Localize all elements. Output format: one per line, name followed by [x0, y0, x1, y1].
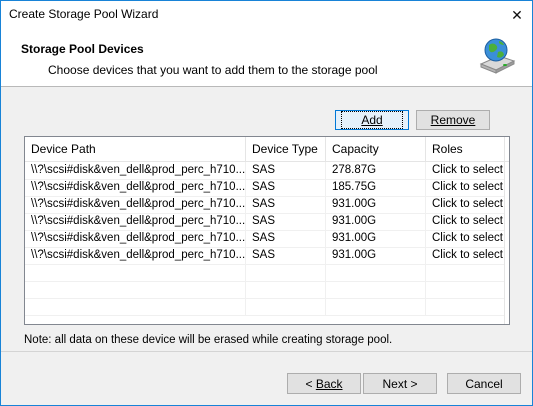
- table-row[interactable]: \\?\scsi#disk&ven_dell&prod_perc_h710...…: [25, 247, 505, 265]
- wizard-body: Add Remove Device Path Device Type Capac…: [1, 87, 532, 405]
- table-row[interactable]: \\?\scsi#disk&ven_dell&prod_perc_h710...…: [25, 179, 505, 197]
- empty-cell: [25, 281, 246, 298]
- table-edge: [504, 137, 509, 324]
- device-type-cell: SAS: [246, 247, 326, 264]
- device-type-cell: SAS: [246, 179, 326, 196]
- back-button-label: Back: [315, 376, 343, 391]
- warning-note: Note: all data on these device will be e…: [24, 334, 393, 346]
- roles-cell[interactable]: Click to select: [426, 213, 505, 230]
- capacity-cell: 185.75G: [326, 179, 426, 196]
- empty-row: [25, 281, 505, 299]
- device-type-cell: SAS: [246, 196, 326, 213]
- add-button[interactable]: Add: [335, 110, 409, 130]
- capacity-cell: 278.87G: [326, 162, 426, 179]
- device-path-cell: \\?\scsi#disk&ven_dell&prod_perc_h710...: [25, 179, 246, 196]
- capacity-cell: 931.00G: [326, 196, 426, 213]
- capacity-cell: 931.00G: [326, 247, 426, 264]
- cancel-button[interactable]: Cancel: [447, 373, 521, 394]
- empty-cell: [426, 298, 505, 315]
- back-button[interactable]: < Back: [287, 373, 361, 394]
- roles-cell[interactable]: Click to select: [426, 230, 505, 247]
- column-header-device-type[interactable]: Device Type: [246, 137, 326, 161]
- table-header: Device Path Device Type Capacity Roles: [25, 137, 509, 162]
- column-header-roles[interactable]: Roles: [426, 137, 505, 161]
- window-title: Create Storage Pool Wizard: [9, 7, 159, 21]
- footer-divider: [1, 351, 532, 352]
- column-header-device-path[interactable]: Device Path: [25, 137, 246, 161]
- roles-cell[interactable]: Click to select: [426, 196, 505, 213]
- table-row[interactable]: \\?\scsi#disk&ven_dell&prod_perc_h710...…: [25, 196, 505, 214]
- empty-cell: [326, 281, 426, 298]
- empty-row: [25, 264, 505, 282]
- device-type-cell: SAS: [246, 162, 326, 179]
- close-icon: ✕: [511, 6, 523, 23]
- table-row[interactable]: \\?\scsi#disk&ven_dell&prod_perc_h710...…: [25, 213, 505, 231]
- roles-cell[interactable]: Click to select: [426, 162, 505, 179]
- empty-cell: [426, 281, 505, 298]
- next-button[interactable]: Next >: [363, 373, 437, 394]
- device-path-cell: \\?\scsi#disk&ven_dell&prod_perc_h710...: [25, 247, 246, 264]
- empty-row: [25, 298, 505, 316]
- storage-globe-icon: [479, 38, 516, 74]
- page-subtitle: Choose devices that you want to add them…: [48, 63, 378, 77]
- title-bar: Create Storage Pool Wizard ✕: [1, 1, 532, 29]
- remove-button[interactable]: Remove: [416, 110, 490, 130]
- table-row[interactable]: \\?\scsi#disk&ven_dell&prod_perc_h710...…: [25, 230, 505, 248]
- device-type-cell: SAS: [246, 230, 326, 247]
- empty-cell: [426, 264, 505, 281]
- capacity-cell: 931.00G: [326, 213, 426, 230]
- device-table[interactable]: Device Path Device Type Capacity Roles \…: [24, 136, 510, 325]
- empty-cell: [246, 298, 326, 315]
- wizard-header: Storage Pool Devices Choose devices that…: [1, 29, 532, 87]
- capacity-cell: 931.00G: [326, 230, 426, 247]
- column-header-capacity[interactable]: Capacity: [326, 137, 426, 161]
- wizard-window: Create Storage Pool Wizard ✕ Storage Poo…: [0, 0, 533, 406]
- add-button-label: Add: [341, 111, 403, 129]
- next-button-label: Next >: [382, 376, 418, 391]
- empty-cell: [25, 298, 246, 315]
- empty-cell: [246, 264, 326, 281]
- roles-cell[interactable]: Click to select: [426, 179, 505, 196]
- back-chevron-icon: <: [305, 376, 316, 391]
- empty-cell: [25, 264, 246, 281]
- empty-cell: [326, 264, 426, 281]
- close-button[interactable]: ✕: [502, 1, 532, 29]
- page-title: Storage Pool Devices: [21, 42, 144, 56]
- remove-button-label: Remove: [430, 113, 476, 127]
- roles-cell[interactable]: Click to select: [426, 247, 505, 264]
- cancel-button-label: Cancel: [465, 376, 503, 391]
- device-type-cell: SAS: [246, 213, 326, 230]
- device-path-cell: \\?\scsi#disk&ven_dell&prod_perc_h710...: [25, 196, 246, 213]
- empty-cell: [246, 281, 326, 298]
- device-path-cell: \\?\scsi#disk&ven_dell&prod_perc_h710...: [25, 213, 246, 230]
- device-path-cell: \\?\scsi#disk&ven_dell&prod_perc_h710...: [25, 162, 246, 179]
- empty-cell: [326, 298, 426, 315]
- table-row[interactable]: \\?\scsi#disk&ven_dell&prod_perc_h710...…: [25, 162, 505, 180]
- device-path-cell: \\?\scsi#disk&ven_dell&prod_perc_h710...: [25, 230, 246, 247]
